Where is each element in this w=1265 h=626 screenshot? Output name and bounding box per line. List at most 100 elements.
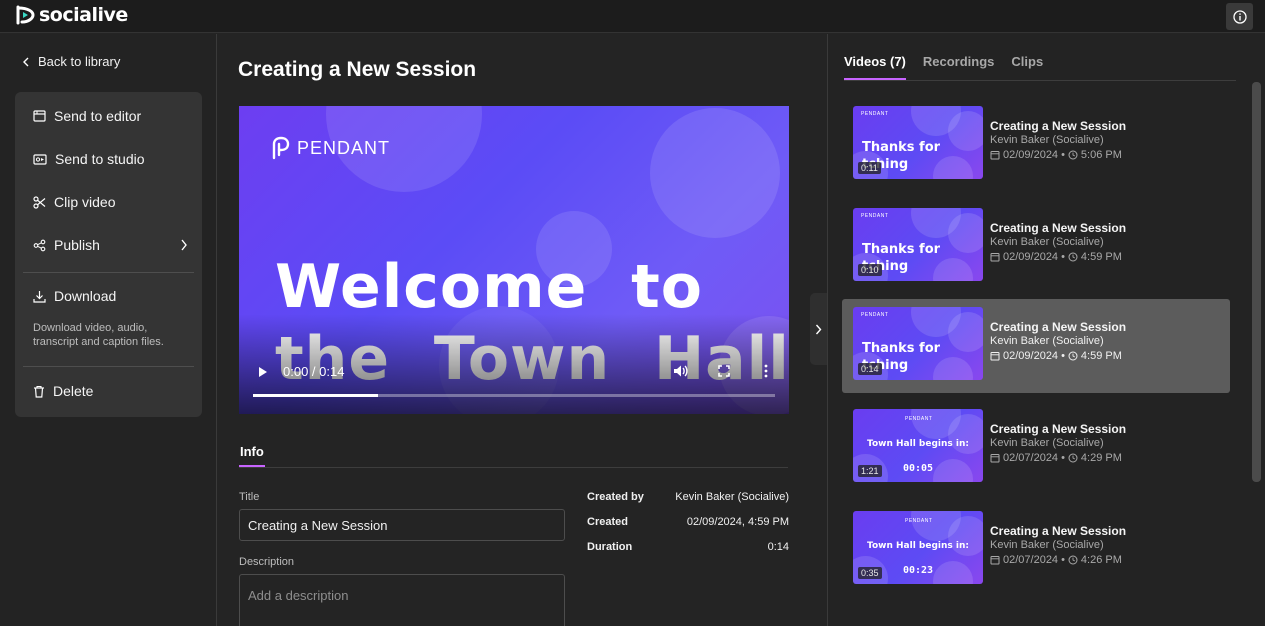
app-logo[interactable]: socialive [14, 4, 128, 26]
studio-icon [33, 154, 47, 165]
download-icon [33, 290, 46, 303]
collapse-panel-button[interactable] [810, 293, 827, 365]
chevron-right-icon [815, 324, 822, 334]
more-vertical-icon[interactable] [763, 364, 769, 378]
video-brand: PENDANT [271, 136, 390, 160]
meta-value: 0:14 [767, 541, 789, 553]
meta-key: Duration [587, 541, 633, 553]
send-to-studio-label: Send to studio [55, 151, 145, 167]
back-to-library-link[interactable]: Back to library [22, 54, 120, 69]
video-list-item[interactable]: PENDANT Thanks for tching 0:10 Creating a N… [842, 200, 1230, 294]
volume-icon[interactable] [673, 364, 689, 378]
separator-dot: • [1061, 452, 1065, 464]
video-datetime: 02/09/2024 • 5:06 PM [990, 149, 1122, 161]
duration-badge: 0:35 [858, 567, 882, 579]
video-author: Kevin Baker (Socialive) [990, 539, 1104, 551]
tab-videos[interactable]: Videos (7) [844, 54, 906, 80]
decor-bubble [650, 108, 780, 238]
video-list-item[interactable]: PENDANT Town Hall begins in: 00:23 0:35 Crea… [842, 503, 1230, 597]
clock-icon [1068, 555, 1078, 565]
video-date: 02/09/2024 [1003, 350, 1059, 362]
chevron-left-icon [23, 57, 29, 66]
download-description: Download video, audio, transcript and ca… [33, 322, 164, 348]
delete-button[interactable]: Delete [33, 383, 93, 399]
video-tabs: Videos (7) Recordings Clips [844, 54, 1060, 80]
separator-dot: • [1061, 554, 1065, 566]
publish-label: Publish [54, 237, 100, 253]
meta-created-by: Created by Kevin Baker (Socialive) [587, 491, 789, 503]
video-author: Kevin Baker (Socialive) [990, 236, 1104, 248]
app-name: socialive [39, 4, 128, 26]
duration-badge: 0:10 [858, 264, 882, 276]
decor-bubble [948, 111, 983, 151]
thumbnail-brand: PENDANT [861, 213, 889, 219]
thumbnail-text: Town Hall begins in: [867, 541, 969, 551]
tab-clips[interactable]: Clips [1011, 54, 1043, 80]
back-label: Back to library [38, 54, 121, 69]
player-time: 0:00 / 0:14 [283, 364, 345, 379]
meta-key: Created [587, 516, 628, 528]
calendar-icon [990, 151, 1000, 160]
send-to-studio-button[interactable]: Send to studio [33, 151, 145, 167]
title-field-label: Title [239, 491, 260, 503]
scissors-icon [33, 195, 46, 209]
separator-dot: • [1061, 251, 1065, 263]
info-icon [1232, 9, 1247, 24]
video-list-item[interactable]: PENDANT Thanks for tching 0:11 Creating a N… [842, 98, 1230, 192]
main-content: Creating a New Session PENDANT Welcome t… [218, 34, 826, 626]
clip-video-button[interactable]: Clip video [33, 194, 115, 210]
actions-panel: Send to editor Send to studio Clip video… [15, 92, 202, 417]
video-title: Creating a New Session [990, 221, 1127, 235]
video-player[interactable]: PENDANT Welcome to the Town Hall 0:00 / … [239, 106, 789, 414]
publish-button[interactable]: Publish [33, 237, 188, 253]
video-time: 4:59 PM [1080, 350, 1122, 362]
video-author: Kevin Baker (Socialive) [990, 134, 1104, 146]
player-progress-bar[interactable] [253, 394, 775, 397]
thumbnail-brand: PENDANT [905, 416, 933, 422]
tab-info[interactable]: Info [240, 444, 264, 459]
video-date: 02/07/2024 [1003, 452, 1059, 464]
video-author: Kevin Baker (Socialive) [990, 335, 1104, 347]
calendar-icon [990, 454, 1000, 463]
video-datetime: 02/09/2024 • 4:59 PM [990, 251, 1122, 263]
info-button[interactable] [1226, 3, 1253, 30]
actions-divider [23, 272, 194, 273]
download-button[interactable]: Download [33, 288, 116, 304]
player-progress-fill [253, 394, 379, 397]
send-to-editor-button[interactable]: Send to editor [33, 108, 141, 124]
meta-duration: Duration 0:14 [587, 541, 789, 553]
video-list-item[interactable]: PENDANT Thanks for tching 0:14 Creating a N… [842, 299, 1230, 393]
scrollbar[interactable] [1252, 82, 1261, 482]
video-time: 4:26 PM [1080, 554, 1122, 566]
video-thumbnail: PENDANT Thanks for tching 0:10 [853, 208, 983, 281]
socialive-logo-icon [16, 5, 35, 25]
video-list-item[interactable]: PENDANT Town Hall begins in: 00:05 1:21 Crea… [842, 401, 1230, 495]
thumbnail-brand: PENDANT [861, 312, 889, 318]
top-bar: socialive [0, 0, 1265, 33]
delete-label: Delete [53, 383, 94, 399]
video-time: 5:06 PM [1080, 149, 1122, 161]
video-thumbnail: PENDANT Thanks for tching 0:11 [853, 106, 983, 179]
video-time: 4:29 PM [1080, 452, 1122, 464]
page-title: Creating a New Session [238, 58, 477, 81]
video-title: Creating a New Session [990, 422, 1127, 436]
description-input[interactable]: Add a description [239, 574, 565, 626]
description-field-label: Description [239, 556, 295, 568]
trash-icon [34, 385, 44, 398]
video-datetime: 02/07/2024 • 4:29 PM [990, 452, 1122, 464]
meta-created: Created 02/09/2024, 4:59 PM [587, 516, 789, 528]
pendant-logo-icon [272, 136, 290, 160]
info-divider [239, 467, 788, 468]
tab-recordings[interactable]: Recordings [923, 54, 995, 80]
chevron-right-icon [181, 239, 187, 251]
video-brand-name: PENDANT [297, 137, 391, 158]
duration-badge: 0:14 [858, 363, 882, 375]
fullscreen-icon[interactable] [718, 365, 730, 377]
video-thumbnail: PENDANT Town Hall begins in: 00:23 0:35 [853, 511, 983, 584]
separator-dot: • [1061, 350, 1065, 362]
video-author: Kevin Baker (Socialive) [990, 437, 1104, 449]
play-icon[interactable] [257, 365, 269, 379]
video-title: Creating a New Session [990, 524, 1127, 538]
duration-badge: 0:11 [858, 162, 881, 174]
title-input[interactable]: Creating a New Session [239, 509, 565, 541]
